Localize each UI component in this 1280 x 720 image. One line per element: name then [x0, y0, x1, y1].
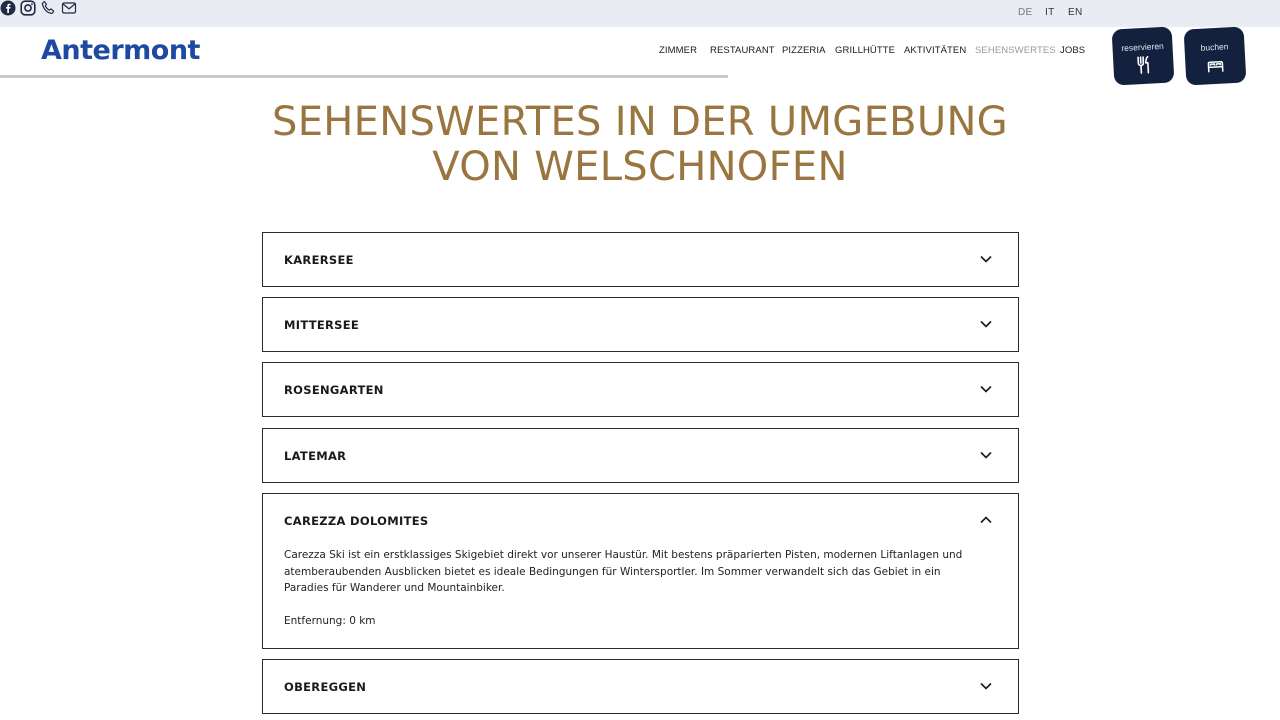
instagram-icon[interactable] [20, 0, 40, 20]
nav-item-zimmer[interactable]: ZIMMER [659, 45, 697, 56]
book-button[interactable]: buchen [1183, 26, 1247, 86]
accordion-header-mittersee[interactable]: MITTERSEE [263, 298, 1018, 351]
language-it[interactable]: IT [1045, 7, 1055, 18]
nav-item-aktivitaeten[interactable]: AKTIVITÄTEN [904, 45, 966, 56]
page-title: SEHENSWERTES IN DER UMGEBUNG VON WELSCHN… [0, 100, 1280, 190]
accordion-item-latemar: LATEMAR [262, 428, 1019, 483]
reserve-button[interactable]: reservieren [1111, 26, 1175, 86]
reserve-button-label: reservieren [1121, 40, 1165, 54]
mail-icon[interactable] [61, 2, 77, 20]
accordion-header-obereggen[interactable]: OBEREGGEN [263, 660, 1018, 713]
accordion-title: LATEMAR [284, 449, 347, 463]
chevron-down-icon [980, 255, 992, 263]
accordion-header-latemar[interactable]: LATEMAR [263, 429, 1018, 482]
chevron-down-icon [980, 451, 992, 459]
nav-item-pizzeria[interactable]: PIZZERIA [782, 45, 826, 56]
top-bar: DE IT EN [0, 0, 1280, 27]
accordion-item-obereggen: OBEREGGEN [262, 659, 1019, 714]
language-de[interactable]: DE [1018, 7, 1033, 18]
sight-distance: Entfernung: 0 km [284, 614, 376, 627]
page-title-line-2: VON WELSCHNOFEN [432, 144, 848, 190]
accordion-title: KARERSEE [284, 253, 354, 267]
chevron-down-icon [980, 385, 992, 393]
nav-item-restaurant[interactable]: RESTAURANT [710, 45, 775, 56]
accordion-header-karersee[interactable]: KARERSEE [263, 233, 1018, 286]
chevron-down-icon [980, 682, 992, 690]
accordion-title: MITTERSEE [284, 318, 360, 332]
nav-item-jobs[interactable]: JOBS [1060, 45, 1085, 56]
bed-icon [1207, 60, 1224, 73]
nav-item-grillhuette[interactable]: GRILLHÜTTE [835, 45, 895, 56]
site-header: Antermont [0, 27, 1280, 79]
accordion-title: ROSENGARTEN [284, 383, 384, 397]
accordion-item-rosengarten: ROSENGARTEN [262, 362, 1019, 417]
accordion-item-karersee: KARERSEE [262, 232, 1019, 287]
language-en[interactable]: EN [1068, 7, 1083, 18]
accordion-header-carezza-dolomites[interactable]: CAREZZA DOLOMITES [263, 494, 1018, 547]
accordion-title: OBEREGGEN [284, 680, 367, 694]
accordion-title: CAREZZA DOLOMITES [284, 514, 429, 528]
cutlery-icon [1137, 55, 1150, 74]
nav-item-sehenswertes[interactable]: SEHENSWERTES [975, 45, 1056, 56]
facebook-icon[interactable] [0, 0, 20, 20]
accordion-content: Carezza Ski ist ein erstklassiges Skigeb… [284, 547, 984, 629]
phone-icon[interactable] [41, 0, 61, 20]
page-title-line-1: SEHENSWERTES IN DER UMGEBUNG [272, 99, 1008, 145]
accordion-header-rosengarten[interactable]: ROSENGARTEN [263, 363, 1018, 416]
accordion-item-mittersee: MITTERSEE [262, 297, 1019, 352]
sight-description: Carezza Ski ist ein erstklassiges Skigeb… [284, 549, 963, 594]
site-logo[interactable]: Antermont [41, 35, 200, 66]
chevron-up-icon [980, 516, 992, 524]
accordion-item-carezza-dolomites: CAREZZA DOLOMITES Carezza Ski ist ein er… [262, 493, 1019, 649]
book-button-label: buchen [1200, 41, 1229, 53]
chevron-down-icon [980, 320, 992, 328]
header-divider [0, 75, 728, 78]
